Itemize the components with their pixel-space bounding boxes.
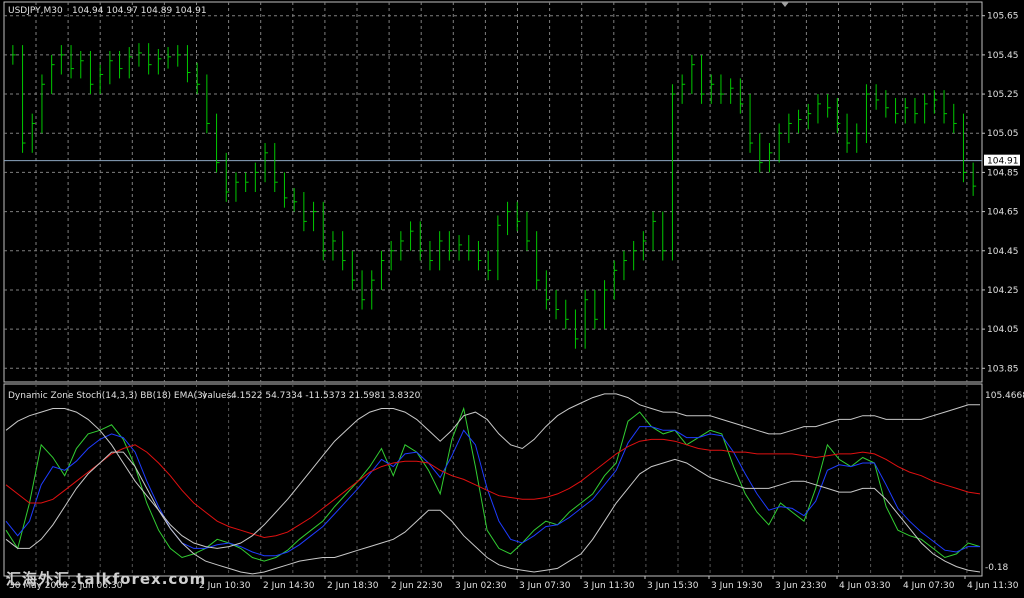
price-tick-label: 105.45 bbox=[987, 51, 1019, 61]
time-tick-label: 2 Jun 10:30 bbox=[199, 581, 251, 591]
chart-window: 105.65 105.45 105.25 105.05 104.85 104.65 104.… bbox=[0, 0, 1024, 594]
indicator-max-label: 105.4668 bbox=[985, 391, 1024, 401]
indicator-panel[interactable] bbox=[3, 383, 983, 577]
price-tick-label: 105.65 bbox=[987, 12, 1019, 22]
watermark: 汇海外汇 talkforex.com bbox=[6, 570, 207, 588]
price-tick-label: 105.25 bbox=[987, 90, 1019, 100]
indicator-values: 4.1522 54.7334 -11.5373 21.5981 3.8320 bbox=[231, 391, 421, 401]
time-tick-label: 3 Jun 07:30 bbox=[519, 581, 571, 591]
time-tick-label: 3 Jun 02:30 bbox=[455, 581, 507, 591]
indicator-title: Dynamic Zone Stoch(14,3,3) BB(18) EMA(3) bbox=[8, 391, 206, 401]
time-tick-label: 4 Jun 11:30 bbox=[967, 581, 1019, 591]
current-price-label: 104.91 bbox=[987, 157, 1019, 167]
time-tick-label: 2 Jun 18:30 bbox=[327, 581, 379, 591]
price-tick-label: 103.85 bbox=[987, 364, 1019, 374]
time-tick-label: 2 Jun 14:30 bbox=[263, 581, 315, 591]
indicator-min-label: -0.18 bbox=[985, 563, 1009, 573]
price-tick-label: 104.25 bbox=[987, 286, 1019, 296]
time-tick-label: 3 Jun 15:30 bbox=[647, 581, 699, 591]
time-tick-label: 3 Jun 23:30 bbox=[775, 581, 827, 591]
price-tick-label: 104.85 bbox=[987, 168, 1019, 178]
price-tick-label: 104.65 bbox=[987, 208, 1019, 218]
time-tick-label: 3 Jun 19:30 bbox=[711, 581, 763, 591]
price-tick-label: 105.05 bbox=[987, 129, 1019, 139]
time-tick-label: 2 Jun 22:30 bbox=[391, 581, 443, 591]
time-tick-label: 3 Jun 11:30 bbox=[583, 581, 635, 591]
chart-canvas: 105.65 105.45 105.25 105.05 104.85 104.65 104.… bbox=[3, 1, 1024, 591]
current-price-tag: 104.91 bbox=[984, 154, 1020, 167]
symbol-title: USDJPY,M30 bbox=[8, 6, 63, 16]
indicator-values-label: values: bbox=[202, 391, 234, 401]
price-tick-label: 104.05 bbox=[987, 325, 1019, 335]
time-tick-label: 4 Jun 07:30 bbox=[903, 581, 955, 591]
ohlc-header: 104.94 104.97 104.89 104.91 bbox=[72, 6, 207, 16]
time-tick-label: 4 Jun 03:30 bbox=[839, 581, 891, 591]
price-tick-label: 104.45 bbox=[987, 247, 1019, 257]
price-axis: 105.65 105.45 105.25 105.05 104.85 104.65 104.… bbox=[982, 12, 1019, 374]
price-panel[interactable] bbox=[3, 1, 983, 383]
